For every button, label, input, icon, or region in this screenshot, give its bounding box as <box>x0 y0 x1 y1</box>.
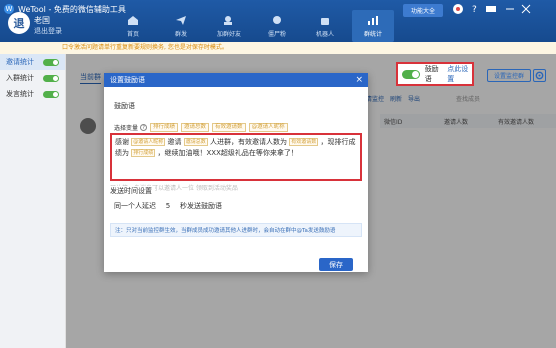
dialog-close-icon[interactable]: × <box>355 75 363 85</box>
sidebar-item-invite-stats[interactable]: 邀请统计 <box>0 54 65 70</box>
sidebar-item-label: 入群统计 <box>6 74 34 82</box>
nav-robot[interactable]: 机器人 <box>304 10 346 42</box>
function-list-button[interactable]: 功能大全 <box>403 4 443 17</box>
nav-zombie[interactable]: 僵尸粉 <box>256 10 298 42</box>
dialog-title: 设置鼓励语 <box>110 76 145 84</box>
encourage-text-editor[interactable]: 感谢 @邀请人昵称 邀请 邀请总数 人进群，有效邀请人数为 有效邀请数 ，现排行… <box>110 133 362 181</box>
nav-label: 加群好友 <box>216 30 241 38</box>
delay-seconds-input[interactable]: 5 <box>160 202 176 210</box>
add-friend-icon <box>222 15 236 27</box>
nav-label: 首页 <box>126 30 139 38</box>
variable-row: 选择变量 ? 排行成绩 邀请总数 有效邀请数 @邀请人昵称 <box>114 123 288 132</box>
top-nav: 首页 群发 加群好友 僵尸粉 机器人 群统计 <box>112 10 400 42</box>
nav-label: 机器人 <box>315 30 334 38</box>
nav-add-friend[interactable]: 加群好友 <box>208 10 250 42</box>
stats-icon <box>366 15 380 27</box>
delay-prefix: 同一个人延迟 <box>114 202 156 210</box>
editor-var-chip: @邀请人昵称 <box>131 138 166 146</box>
send-icon <box>174 15 188 27</box>
logout-link[interactable]: 退出登录 <box>34 26 62 36</box>
gear-icon <box>535 71 544 80</box>
variable-label: 选择变量 <box>114 125 139 132</box>
save-button[interactable]: 保存 <box>319 258 353 271</box>
section-encourage-title: 鼓励语 <box>114 102 135 110</box>
user-name: 老国 <box>34 16 50 25</box>
encourage-setting-highlight: 鼓励语 点此设置 <box>396 62 474 86</box>
nav-group-stats[interactable]: 群统计 <box>352 10 394 42</box>
sidebar-item-speak-stats[interactable]: 发言统计 <box>0 86 65 102</box>
speak-stats-toggle[interactable] <box>43 90 59 98</box>
variable-inviter-nickname[interactable]: @邀请人昵称 <box>248 123 288 132</box>
section-send-time-title: 发送时间设置 <box>110 186 155 196</box>
invite-stats-toggle[interactable] <box>43 58 59 66</box>
sidebar-item-join-stats[interactable]: 入群统计 <box>0 70 65 86</box>
set-monitor-group-button[interactable]: 设置监控群 <box>487 69 531 82</box>
encourage-label: 鼓励语 <box>424 65 439 83</box>
settings-button[interactable] <box>533 69 546 82</box>
notice-bar: 口令激活问题请单行重复新要规则换务, 您也是对保存时模式。 <box>0 42 556 54</box>
nav-label: 群发 <box>174 30 187 38</box>
variable-valid-invites[interactable]: 有效邀请数 <box>212 123 246 132</box>
window-controls: ? <box>452 3 552 15</box>
help-icon: ? <box>472 5 477 15</box>
encourage-settings-link[interactable]: 点此设置 <box>447 64 472 84</box>
encourage-toggle[interactable] <box>402 69 420 79</box>
encourage-dialog: 设置鼓励语 × 鼓励语 选择变量 ? 排行成绩 邀请总数 有效邀请数 @邀请人昵… <box>104 73 368 272</box>
variable-rank[interactable]: 排行成绩 <box>150 123 179 132</box>
editor-text: 人进群，有效邀请人数为 <box>209 138 287 146</box>
ghost-icon <box>270 15 284 27</box>
sidebar-item-label: 发言统计 <box>6 90 34 98</box>
app-title: WeTool - 免费的微信辅助工具 <box>18 4 126 14</box>
editor-text: 邀请 <box>167 138 182 146</box>
editor-var-chip: 邀请总数 <box>183 138 208 146</box>
editor-text: ，继续加油哦！XXX超级礼品在等你来拿了！ <box>157 149 298 157</box>
nav-home[interactable]: 首页 <box>112 10 154 42</box>
join-stats-toggle[interactable] <box>43 74 59 82</box>
dialog-title-bar: 设置鼓励语 × <box>104 73 368 87</box>
editor-text: 感谢 <box>115 138 129 146</box>
user-avatar[interactable]: 退 <box>8 12 30 34</box>
nav-label: 僵尸粉 <box>267 30 286 38</box>
nav-label: 群统计 <box>363 30 382 38</box>
delay-suffix: 秒发送鼓励语 <box>180 202 222 210</box>
editor-var-chip: 有效邀请数 <box>289 138 319 146</box>
user-info: 老国 退出登录 <box>34 16 62 36</box>
editor-var-chip: 排行成绩 <box>131 149 156 157</box>
variable-invite-total[interactable]: 邀请总数 <box>181 123 210 132</box>
dialog-tip: 注：只对当前监控群生效，当群成员成功邀请其他人进群时，会自动在群中@Ta发送鼓励… <box>110 223 362 237</box>
message-icon[interactable] <box>486 6 496 12</box>
sidebar: 邀请统计 入群统计 发言统计 <box>0 54 66 348</box>
help-icon[interactable]: ? <box>140 124 148 131</box>
window-control-icons: ? <box>453 4 531 15</box>
nav-mass-send[interactable]: 群发 <box>160 10 202 42</box>
home-icon <box>126 15 140 27</box>
sidebar-item-label: 邀请统计 <box>6 58 34 66</box>
delay-row: 同一个人延迟 5 秒发送鼓励语 <box>114 201 222 211</box>
robot-icon <box>318 15 332 27</box>
